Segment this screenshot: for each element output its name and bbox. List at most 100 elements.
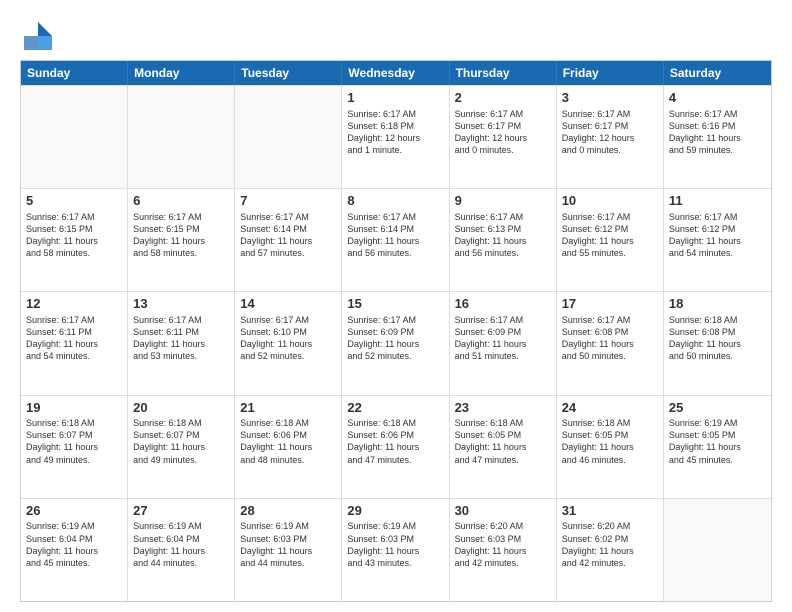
day-info: Sunrise: 6:19 AM Sunset: 6:03 PM Dayligh… [240,520,336,569]
day-info: Sunrise: 6:17 AM Sunset: 6:17 PM Dayligh… [455,108,551,157]
day-info: Sunrise: 6:17 AM Sunset: 6:11 PM Dayligh… [26,314,122,363]
calendar-row: 19Sunrise: 6:18 AM Sunset: 6:07 PM Dayli… [21,395,771,498]
day-number: 24 [562,400,658,416]
calendar-cell: 5 Sunrise: 6:17 AM Sunset: 6:15 PM Daylig… [21,189,128,291]
day-number: 10 [562,193,658,209]
calendar-row: 1 Sunrise: 6:17 AM Sunset: 6:18 PM Daylig… [21,85,771,188]
day-number: 19 [26,400,122,416]
day-info: Sunrise: 6:17 AM Sunset: 6:13 PM Dayligh… [455,211,551,260]
calendar-cell: 10 Sunrise: 6:17 AM Sunset: 6:12 PM Dayli… [557,189,664,291]
weekday-header: Friday [557,61,664,85]
day-info: Sunrise: 6:17 AM Sunset: 6:11 PM Dayligh… [133,314,229,363]
day-info: Sunrise: 6:20 AM Sunset: 6:02 PM Dayligh… [562,520,658,569]
calendar-cell: 9 Sunrise: 6:17 AM Sunset: 6:13 PM Daylig… [450,189,557,291]
day-number: 9 [455,193,551,209]
calendar-cell: 30Sunrise: 6:20 AM Sunset: 6:03 PM Dayli… [450,499,557,601]
day-number: 11 [669,193,766,209]
day-number: 18 [669,296,766,312]
calendar-cell [128,86,235,188]
logo [20,18,58,50]
calendar-cell: 24Sunrise: 6:18 AM Sunset: 6:05 PM Dayli… [557,396,664,498]
calendar-cell: 26Sunrise: 6:19 AM Sunset: 6:04 PM Dayli… [21,499,128,601]
day-number: 29 [347,503,443,519]
day-number: 27 [133,503,229,519]
calendar-cell: 14Sunrise: 6:17 AM Sunset: 6:10 PM Dayli… [235,292,342,394]
day-number: 22 [347,400,443,416]
calendar-cell: 25Sunrise: 6:19 AM Sunset: 6:05 PM Dayli… [664,396,771,498]
calendar-cell: 8Sunrise: 6:17 AM Sunset: 6:14 PM Daylig… [342,189,449,291]
calendar: SundayMondayTuesdayWednesdayThursdayFrid… [20,60,772,602]
day-info: Sunrise: 6:19 AM Sunset: 6:03 PM Dayligh… [347,520,443,569]
day-info: Sunrise: 6:17 AM Sunset: 6:15 PM Dayligh… [133,211,229,260]
day-info: Sunrise: 6:17 AM Sunset: 6:15 PM Dayligh… [26,211,122,260]
day-number: 16 [455,296,551,312]
calendar-cell: 6 Sunrise: 6:17 AM Sunset: 6:15 PM Daylig… [128,189,235,291]
calendar-cell: 20Sunrise: 6:18 AM Sunset: 6:07 PM Dayli… [128,396,235,498]
day-number: 13 [133,296,229,312]
day-number: 6 [133,193,229,209]
calendar-cell: 17 Sunrise: 6:17 AM Sunset: 6:08 PM Dayli… [557,292,664,394]
calendar-body: 1 Sunrise: 6:17 AM Sunset: 6:18 PM Daylig… [21,85,771,601]
day-info: Sunrise: 6:18 AM Sunset: 6:06 PM Dayligh… [240,417,336,466]
day-info: Sunrise: 6:17 AM Sunset: 6:16 PM Dayligh… [669,108,766,157]
day-number: 17 [562,296,658,312]
weekday-header: Wednesday [342,61,449,85]
day-info: Sunrise: 6:18 AM Sunset: 6:07 PM Dayligh… [133,417,229,466]
day-info: Sunrise: 6:17 AM Sunset: 6:18 PM Dayligh… [347,108,443,157]
calendar-cell: 1 Sunrise: 6:17 AM Sunset: 6:18 PM Daylig… [342,86,449,188]
calendar-cell: 2 Sunrise: 6:17 AM Sunset: 6:17 PM Daylig… [450,86,557,188]
day-number: 28 [240,503,336,519]
day-number: 15 [347,296,443,312]
calendar-cell: 3Sunrise: 6:17 AM Sunset: 6:17 PM Daylig… [557,86,664,188]
day-info: Sunrise: 6:18 AM Sunset: 6:05 PM Dayligh… [562,417,658,466]
calendar-cell: 4 Sunrise: 6:17 AM Sunset: 6:16 PM Daylig… [664,86,771,188]
calendar-header: SundayMondayTuesdayWednesdayThursdayFrid… [21,61,771,85]
day-info: Sunrise: 6:19 AM Sunset: 6:04 PM Dayligh… [26,520,122,569]
calendar-row: 12 Sunrise: 6:17 AM Sunset: 6:11 PM Dayli… [21,291,771,394]
day-number: 14 [240,296,336,312]
day-info: Sunrise: 6:18 AM Sunset: 6:07 PM Dayligh… [26,417,122,466]
day-info: Sunrise: 6:17 AM Sunset: 6:09 PM Dayligh… [455,314,551,363]
calendar-cell [664,499,771,601]
calendar-row: 5 Sunrise: 6:17 AM Sunset: 6:15 PM Daylig… [21,188,771,291]
day-info: Sunrise: 6:17 AM Sunset: 6:17 PM Dayligh… [562,108,658,157]
calendar-cell: 19Sunrise: 6:18 AM Sunset: 6:07 PM Dayli… [21,396,128,498]
calendar-row: 26Sunrise: 6:19 AM Sunset: 6:04 PM Dayli… [21,498,771,601]
day-number: 31 [562,503,658,519]
day-number: 23 [455,400,551,416]
day-number: 2 [455,90,551,106]
weekday-header: Sunday [21,61,128,85]
day-info: Sunrise: 6:17 AM Sunset: 6:08 PM Dayligh… [562,314,658,363]
day-number: 25 [669,400,766,416]
day-number: 12 [26,296,122,312]
day-number: 5 [26,193,122,209]
day-number: 30 [455,503,551,519]
day-number: 4 [669,90,766,106]
day-number: 1 [347,90,443,106]
day-info: Sunrise: 6:17 AM Sunset: 6:12 PM Dayligh… [562,211,658,260]
calendar-cell [235,86,342,188]
day-info: Sunrise: 6:18 AM Sunset: 6:05 PM Dayligh… [455,417,551,466]
calendar-cell: 13 Sunrise: 6:17 AM Sunset: 6:11 PM Dayli… [128,292,235,394]
day-info: Sunrise: 6:17 AM Sunset: 6:12 PM Dayligh… [669,211,766,260]
calendar-cell: 28Sunrise: 6:19 AM Sunset: 6:03 PM Dayli… [235,499,342,601]
day-info: Sunrise: 6:17 AM Sunset: 6:14 PM Dayligh… [347,211,443,260]
logo-icon [20,18,52,50]
weekday-header: Thursday [450,61,557,85]
weekday-header: Tuesday [235,61,342,85]
day-number: 7 [240,193,336,209]
day-info: Sunrise: 6:18 AM Sunset: 6:08 PM Dayligh… [669,314,766,363]
page: SundayMondayTuesdayWednesdayThursdayFrid… [0,0,792,612]
calendar-cell: 16 Sunrise: 6:17 AM Sunset: 6:09 PM Dayli… [450,292,557,394]
calendar-cell: 29Sunrise: 6:19 AM Sunset: 6:03 PM Dayli… [342,499,449,601]
calendar-cell: 18 Sunrise: 6:18 AM Sunset: 6:08 PM Dayli… [664,292,771,394]
day-info: Sunrise: 6:20 AM Sunset: 6:03 PM Dayligh… [455,520,551,569]
weekday-header: Monday [128,61,235,85]
calendar-cell: 27Sunrise: 6:19 AM Sunset: 6:04 PM Dayli… [128,499,235,601]
day-number: 20 [133,400,229,416]
calendar-cell: 12 Sunrise: 6:17 AM Sunset: 6:11 PM Dayli… [21,292,128,394]
calendar-cell: 23Sunrise: 6:18 AM Sunset: 6:05 PM Dayli… [450,396,557,498]
calendar-cell: 22Sunrise: 6:18 AM Sunset: 6:06 PM Dayli… [342,396,449,498]
calendar-cell [21,86,128,188]
day-info: Sunrise: 6:19 AM Sunset: 6:04 PM Dayligh… [133,520,229,569]
